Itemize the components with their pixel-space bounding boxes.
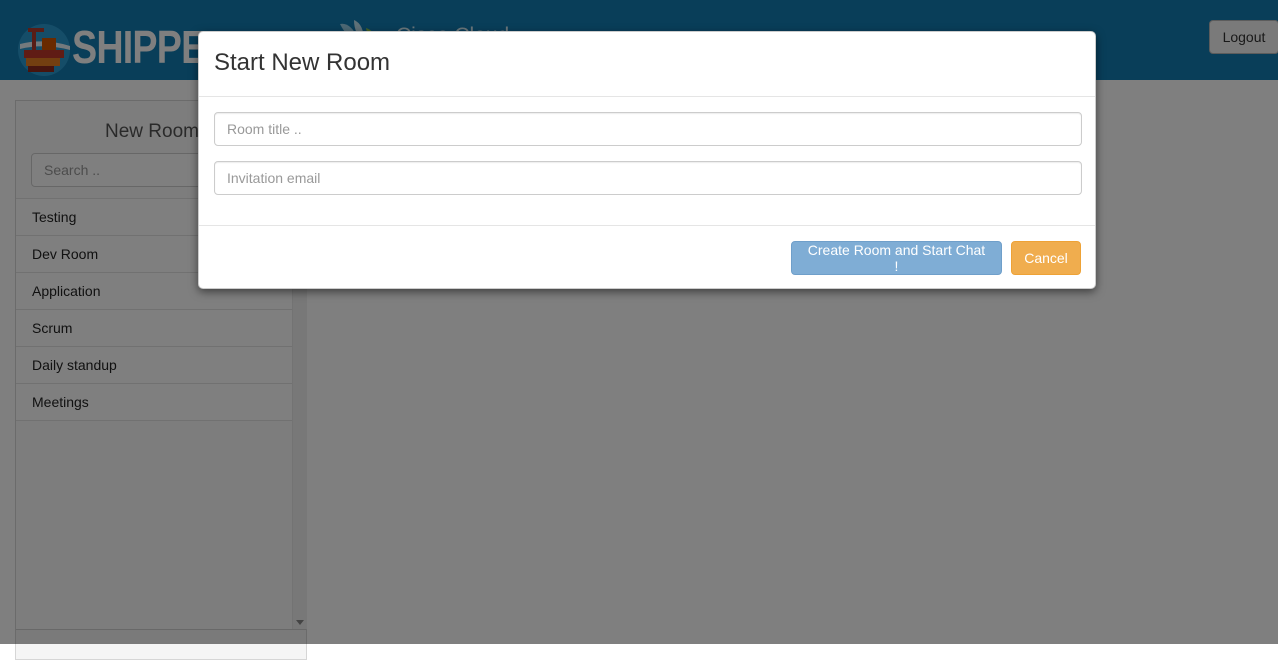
dialog-body	[199, 97, 1095, 225]
dialog-footer: Create Room and Start Chat ! Cancel	[199, 225, 1095, 289]
dialog-header: Start New Room	[199, 32, 1095, 97]
start-room-dialog: Start New Room Create Room and Start Cha…	[198, 31, 1096, 289]
cancel-button[interactable]: Cancel	[1011, 241, 1081, 275]
invitation-email-input[interactable]	[214, 161, 1082, 195]
create-room-button[interactable]: Create Room and Start Chat !	[791, 241, 1002, 275]
room-title-input[interactable]	[214, 112, 1082, 146]
dialog-title: Start New Room	[214, 49, 391, 76]
